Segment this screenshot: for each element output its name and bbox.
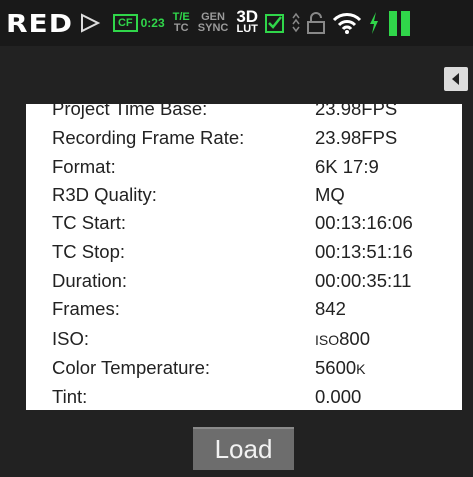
- screen: RED CF 0:23 T/E TC GEN SYNC 3D LUT Proje…: [0, 0, 473, 477]
- timecode-indicator[interactable]: T/E TC: [173, 12, 190, 34]
- clip-info-row: Project Time Base: 23.98FPS: [52, 104, 462, 124]
- lut-top: 3D: [236, 7, 259, 26]
- row-value: 23.98FPS: [315, 127, 398, 148]
- clip-info-row: Frames: 842: [52, 298, 462, 324]
- row-value: 00:13:16:06: [315, 212, 413, 233]
- chevron-left-icon: [452, 73, 459, 85]
- color-temp-unit: K: [356, 361, 366, 377]
- lock-icon[interactable]: [306, 11, 326, 35]
- media-time: 0:23: [140, 16, 165, 30]
- row-label: Format:: [52, 156, 116, 177]
- row-value: 0.000: [315, 386, 362, 407]
- clip-info-row: TC Stop: 00:13:51:16: [52, 241, 462, 267]
- clip-info-row: Recording Frame Rate: 23.98FPS: [52, 127, 462, 153]
- charging-icon: [370, 12, 379, 34]
- media-indicator[interactable]: CF 0:23: [112, 14, 165, 32]
- clip-info-row: TC Start: 00:13:16:06: [52, 212, 462, 238]
- clip-info-row: R3D Quality: MQ: [52, 184, 462, 210]
- lut-indicator[interactable]: 3D LUT: [236, 7, 259, 35]
- color-temp-number: 5600: [315, 357, 357, 378]
- row-label: Frames:: [52, 298, 120, 319]
- genlock-bottom: SYNC: [197, 22, 229, 34]
- row-value: 23.98FPS: [315, 104, 398, 119]
- row-value: ISO800: [315, 328, 370, 350]
- row-label: TC Stop:: [52, 241, 125, 262]
- row-label: ISO:: [52, 328, 90, 349]
- genlock-indicator[interactable]: GEN SYNC: [198, 12, 229, 34]
- row-label: Color Temperature:: [52, 357, 211, 378]
- row-label: Tint:: [52, 386, 88, 407]
- row-value: 5600K: [315, 357, 366, 379]
- clip-info-row: Format: 6K 17:9: [52, 156, 462, 182]
- iso-number: 800: [339, 328, 370, 349]
- red-logo: RED: [6, 8, 73, 38]
- clip-info-row: Tint: 0.000: [52, 386, 462, 410]
- media-badge: CF: [112, 14, 138, 32]
- row-value: 00:00:35:11: [315, 270, 412, 291]
- row-label: Project Time Base:: [52, 104, 208, 119]
- clip-info-panel: Project Time Base: 23.98FPS Recording Fr…: [26, 104, 462, 410]
- status-bar: RED CF 0:23 T/E TC GEN SYNC 3D LUT: [0, 0, 473, 46]
- wifi-icon[interactable]: [332, 11, 362, 35]
- timecode-bottom: TC: [173, 22, 189, 34]
- checkbox-icon[interactable]: [264, 12, 286, 34]
- row-value: 00:13:51:16: [315, 241, 413, 262]
- row-value: MQ: [315, 184, 345, 205]
- row-value: 6K 17:9: [315, 156, 379, 177]
- back-button[interactable]: [444, 67, 468, 91]
- load-button[interactable]: Load: [193, 427, 294, 470]
- clip-info-row: Color Temperature: 5600K: [52, 357, 462, 383]
- clip-info-row: ISO: ISO800: [52, 328, 462, 354]
- battery-icon: [389, 11, 411, 36]
- clip-info-row: Duration: 00:00:35:11: [52, 270, 462, 296]
- row-label: Recording Frame Rate:: [52, 127, 245, 148]
- red-play-arrow-icon: [80, 13, 101, 33]
- row-label: TC Start:: [52, 212, 127, 233]
- iso-prefix: ISO: [315, 332, 340, 348]
- arrow-indicator-icon: [292, 12, 300, 33]
- row-value: 842: [315, 298, 346, 319]
- lut-bottom: LUT: [236, 23, 258, 35]
- row-label: R3D Quality:: [52, 184, 157, 205]
- row-label: Duration:: [52, 270, 128, 291]
